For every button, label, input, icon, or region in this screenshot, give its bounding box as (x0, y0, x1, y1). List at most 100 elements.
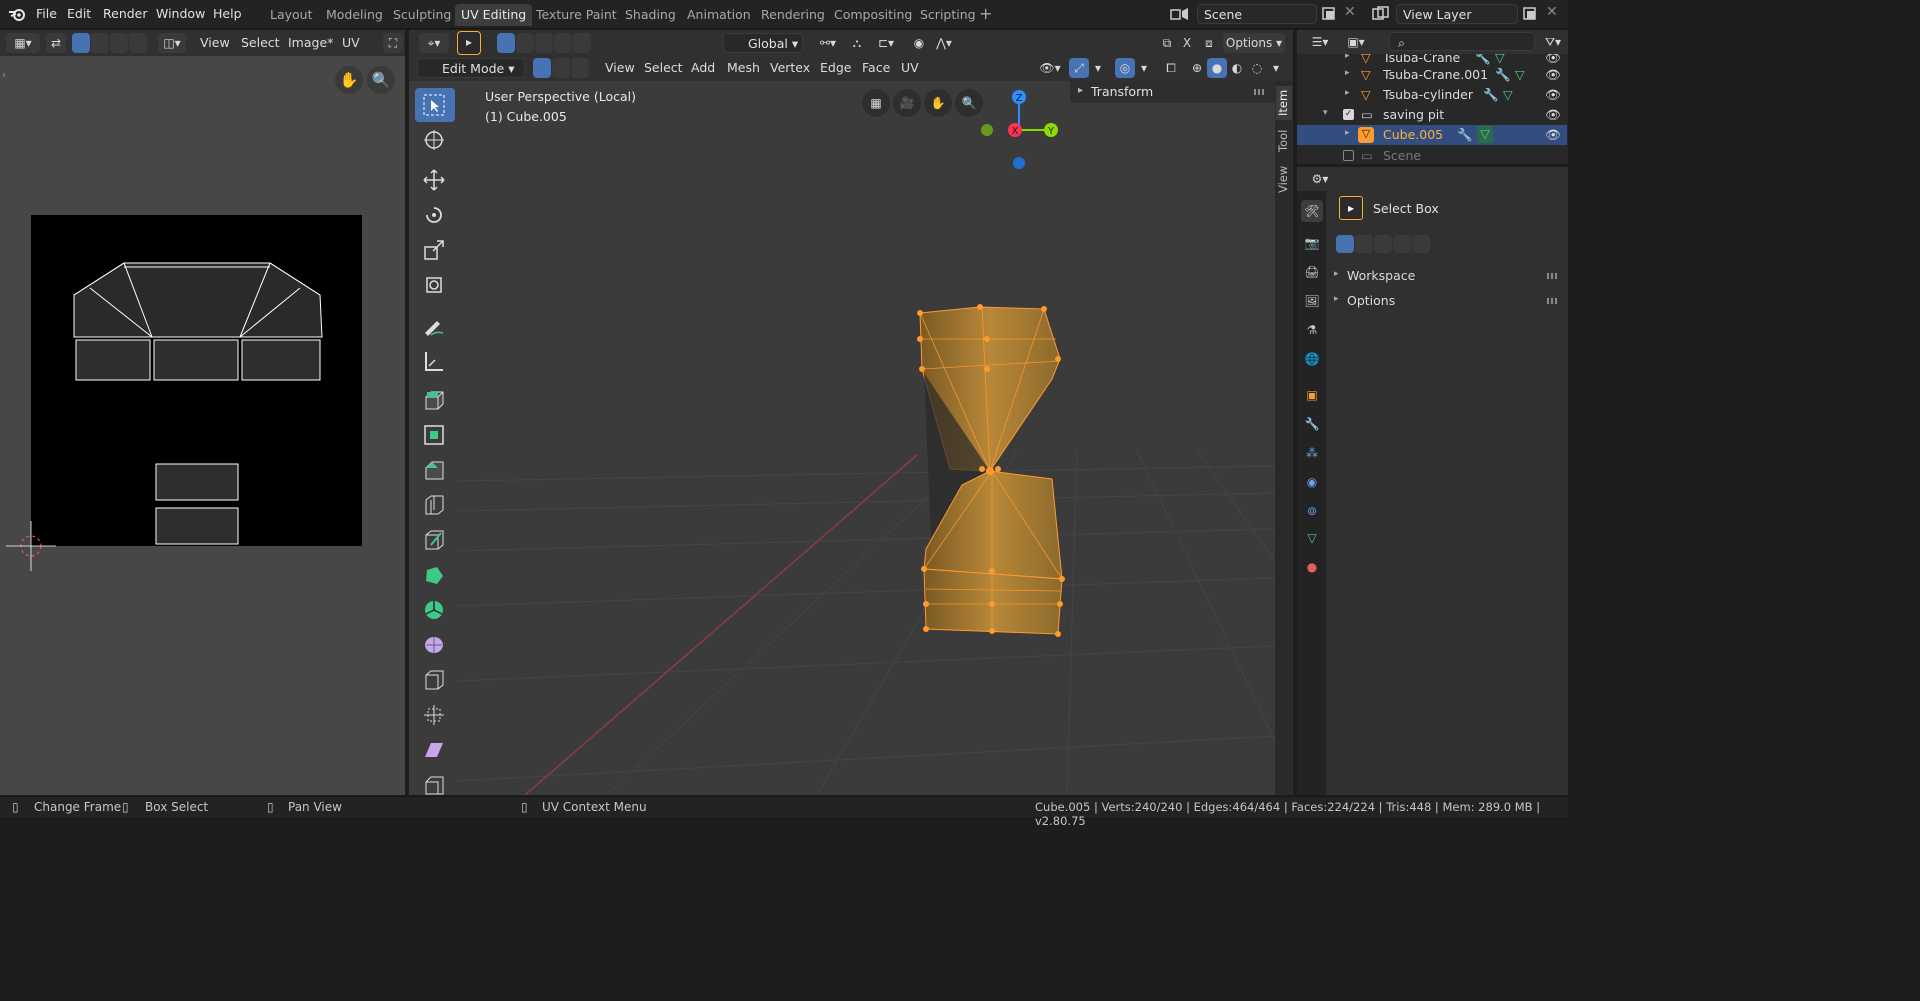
view-layer-icon[interactable] (1372, 6, 1390, 22)
viewport-menu-face[interactable]: Face (862, 60, 890, 75)
menu-file[interactable]: File (36, 6, 57, 21)
face-select-icon[interactable] (571, 58, 589, 78)
camera-icon[interactable]: 🎥 (893, 89, 921, 117)
visibility-eye-icon[interactable]: 👁 (1545, 87, 1561, 103)
mesh-cube-005[interactable] (912, 299, 1072, 639)
tool-scale[interactable] (415, 233, 455, 267)
scene-field[interactable]: Scene (1197, 4, 1317, 24)
menu-window[interactable]: Window (156, 6, 205, 21)
viewport-menu-add[interactable]: Add (691, 60, 715, 75)
wireframe-shading-icon[interactable]: ⊕ (1187, 58, 1207, 78)
tool-knife[interactable] (415, 523, 455, 557)
outliner-row-saving-pit[interactable]: ▾ ✓ ▭ saving pit 👁 (1297, 105, 1567, 125)
xray-icon[interactable]: ⧠ (1161, 58, 1181, 78)
display-mode-icon[interactable]: ▣▾ (1341, 32, 1371, 52)
viewport-menu-edge[interactable]: Edge (820, 60, 851, 75)
world-properties-tab-icon[interactable]: 🌐 (1301, 352, 1323, 374)
tab-scripting[interactable]: Scripting (914, 4, 982, 26)
box-mode-extend-icon[interactable] (1355, 235, 1373, 253)
box-mode-intersect-icon[interactable] (1412, 235, 1430, 253)
uv-toolbar-toggle-icon[interactable]: › (2, 70, 6, 81)
tab-layout[interactable]: Layout (264, 4, 319, 26)
uv-image[interactable] (0, 206, 405, 586)
navigation-gizmo[interactable]: Z Y X (977, 85, 1067, 175)
tool-cursor[interactable] (415, 123, 455, 157)
tool-annotate[interactable] (415, 309, 455, 343)
tool-bevel[interactable] (415, 453, 455, 487)
n-panel-transform[interactable]: ▸ Transform (1070, 81, 1275, 103)
tab-texture-paint[interactable]: Texture Paint (530, 4, 623, 26)
modifier-wrench-icon[interactable]: 🔧 (1495, 67, 1511, 83)
pivot-point-icon[interactable]: ⚯▾ (811, 33, 845, 53)
expand-arrow-icon[interactable]: ▸ (1345, 68, 1350, 78)
box-mode-subtract-icon[interactable] (1374, 235, 1392, 253)
tab-animation[interactable]: Animation (681, 4, 757, 26)
vertex-select-icon[interactable] (533, 58, 551, 78)
viewport-menu-select[interactable]: Select (644, 60, 683, 75)
box-mode-difference-icon[interactable] (1393, 235, 1411, 253)
mode-dropdown[interactable]: Edit Mode ▾ (417, 58, 525, 78)
new-scene-icon[interactable] (1321, 6, 1337, 22)
filter-icon[interactable]: ⛛▾ (1539, 32, 1567, 52)
outliner-row-tsuba-cylinder[interactable]: ▸ ▽ Tsuba-cylinder 🔧 ▽ 👁 (1297, 85, 1567, 105)
tab-compositing[interactable]: Compositing (828, 4, 918, 26)
solid-shading-icon[interactable]: ● (1207, 58, 1227, 78)
outliner-editor-type-icon[interactable]: ☰▾ (1305, 32, 1335, 52)
transform-orientation-dropdown[interactable]: Global ▾ (723, 33, 803, 53)
select-face-icon[interactable] (110, 33, 128, 53)
sidebar-tab-item[interactable]: Item (1276, 86, 1292, 120)
expand-arrow-icon[interactable]: ▸ (1345, 88, 1350, 98)
options-dropdown[interactable]: Options ▾ (1223, 33, 1285, 53)
mode-difference-icon[interactable] (554, 33, 572, 53)
drag-handle-icon[interactable] (1547, 298, 1559, 304)
modifier-wrench-icon[interactable]: 🔧 (1457, 127, 1473, 143)
tool-edge-slide[interactable] (415, 663, 455, 697)
view-layer-properties-tab-icon[interactable]: 🖼 (1301, 294, 1323, 316)
proportional-edit-icon[interactable]: ◉ (909, 33, 929, 53)
panel-drag-handle-icon[interactable] (1254, 89, 1266, 95)
tool-transform[interactable] (415, 268, 455, 302)
edge-select-icon[interactable] (552, 58, 570, 78)
tab-uv-editing[interactable]: UV Editing (455, 4, 533, 26)
tool-inset[interactable] (415, 418, 455, 452)
checkbox-icon[interactable]: ✓ (1343, 109, 1354, 120)
render-properties-tab-icon[interactable]: 📷 (1301, 236, 1323, 258)
select-vertex-icon[interactable] (72, 33, 90, 53)
active-tool-select-box-icon[interactable]: ▸ (457, 31, 481, 55)
select-edge-icon[interactable] (91, 33, 109, 53)
visibility-eye-icon[interactable]: 👁 (1545, 127, 1561, 143)
tool-loop-cut[interactable] (415, 488, 455, 522)
viewport-menu-uv[interactable]: UV (901, 60, 919, 75)
visibility-eye-icon[interactable]: 👁 (1545, 107, 1561, 123)
mesh-data-icon[interactable]: ▽ (1477, 126, 1493, 143)
menu-render[interactable]: Render (103, 6, 148, 21)
pan-view-icon[interactable]: ✋ (924, 89, 952, 117)
shading-dropdown-icon[interactable]: ▾ (1269, 58, 1283, 78)
uv-canvas[interactable]: › ✋ 🔍 (0, 56, 405, 795)
tool-move[interactable] (415, 163, 455, 197)
mode-intersect-icon[interactable] (573, 33, 591, 53)
tab-sculpting[interactable]: Sculpting (387, 4, 457, 26)
options-section[interactable]: ▸ Options (1326, 290, 1568, 312)
tab-shading[interactable]: Shading (619, 4, 682, 26)
collapse-arrow-icon[interactable]: ▾ (1323, 108, 1328, 118)
outliner-row-tsuba-crane-001[interactable]: ▸ ▽ Tsuba-Crane.001 🔧 ▽ 👁 (1297, 65, 1567, 85)
sticky-selection-icon[interactable]: ◫▾ (158, 33, 186, 53)
blender-logo-icon[interactable] (8, 6, 26, 22)
uv-pan-icon[interactable]: ✋ (335, 66, 363, 94)
x-mirror-icon[interactable]: X (1179, 33, 1195, 53)
uv-zoom-icon[interactable]: 🔍 (367, 66, 395, 94)
uv-menu-view[interactable]: View (200, 35, 230, 50)
object-properties-tab-icon[interactable]: ▣ (1301, 388, 1323, 410)
snap-icon[interactable]: ⛬ (847, 33, 867, 53)
tool-extrude[interactable] (415, 383, 455, 417)
overlays-toggle-icon[interactable]: ◎ (1115, 58, 1135, 78)
sync-selection-icon[interactable]: ⇄ (46, 33, 66, 53)
remove-scene-icon[interactable]: ✕ (1344, 4, 1356, 20)
tool-poly-build[interactable] (415, 558, 455, 592)
outliner-row-scene[interactable]: ▭ Scene (1297, 146, 1567, 164)
gizmo-dropdown-icon[interactable]: ▾ (1091, 58, 1105, 78)
uv-menu-image[interactable]: Image* (288, 35, 333, 50)
viewport-3d[interactable]: User Perspective (Local) (1) Cube.005 ▦ … (457, 81, 1275, 795)
uv-fullscreen-icon[interactable]: ⛶ (383, 33, 403, 53)
